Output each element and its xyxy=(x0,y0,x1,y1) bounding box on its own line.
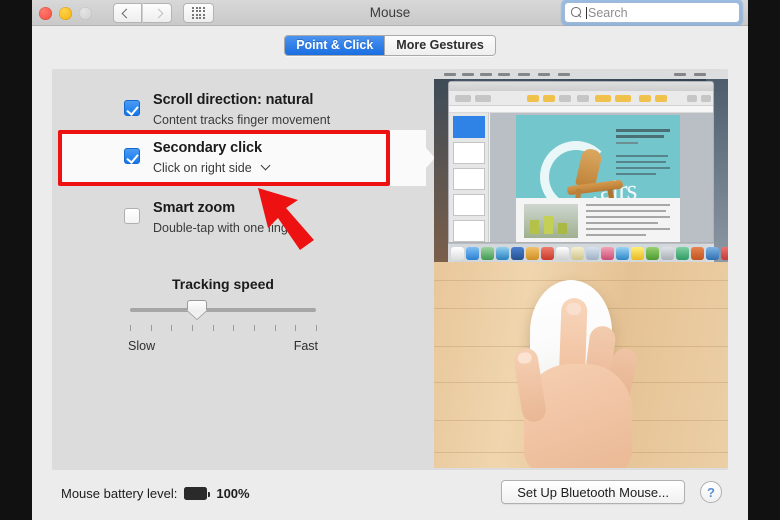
help-button[interactable]: ? xyxy=(700,481,722,503)
preview-dock xyxy=(448,243,728,262)
option-subtitle-text: Click on right side xyxy=(153,161,252,175)
slider-tick xyxy=(316,325,317,331)
tracking-speed-label: Tracking speed xyxy=(172,276,274,292)
battery-status: Mouse battery level: 100% xyxy=(61,486,250,501)
option-title: Secondary click xyxy=(153,140,262,156)
search-icon xyxy=(571,7,582,18)
tab-group: Point & Click More Gestures xyxy=(284,34,496,56)
battery-label: Mouse battery level: xyxy=(61,486,178,501)
gesture-video-preview[interactable]: airs xyxy=(434,70,728,468)
window-footer: Mouse battery level: 100% Set Up Bluetoo… xyxy=(32,470,748,520)
preview-menubar xyxy=(434,70,728,79)
slider-end-labels: Slow Fast xyxy=(128,339,318,353)
search-input[interactable]: Search xyxy=(564,2,740,23)
option-subtitle: Double-tap with one finger xyxy=(153,221,299,235)
checkbox-secondary-click[interactable] xyxy=(124,148,140,164)
options-column: Scroll direction: natural Content tracks… xyxy=(52,68,435,470)
slider-tick xyxy=(130,325,131,331)
battery-full-icon xyxy=(184,487,211,500)
preview-screen-recording: airs xyxy=(434,70,728,262)
preview-document-canvas: airs xyxy=(490,113,713,242)
slider-thumb[interactable] xyxy=(186,300,207,319)
option-title: Scroll direction: natural xyxy=(153,92,314,108)
option-smart-zoom[interactable]: Smart zoom Double-tap with one finger xyxy=(60,190,426,246)
screenshot-frame: Mouse Search Point & Click More Gestures xyxy=(0,0,780,520)
option-secondary-click[interactable]: Secondary click Click on right side xyxy=(60,130,435,186)
set-up-bluetooth-mouse-button[interactable]: Set Up Bluetooth Mouse... xyxy=(501,480,685,504)
tab-more-gestures[interactable]: More Gestures xyxy=(384,35,495,55)
search-container[interactable]: Search xyxy=(561,0,743,26)
slider-tick-marks xyxy=(130,325,317,332)
preview-slide-thumbnails xyxy=(449,113,489,242)
slider-tick xyxy=(295,325,297,331)
slider-max-label: Fast xyxy=(293,339,318,353)
slider-tick xyxy=(254,325,255,331)
battery-percent: 100% xyxy=(216,486,250,501)
slider-track[interactable] xyxy=(130,308,316,312)
hand xyxy=(512,296,648,468)
slider-tick xyxy=(150,325,152,331)
option-title: Smart zoom xyxy=(153,200,235,216)
checkbox-smart-zoom[interactable] xyxy=(124,208,140,224)
preferences-panel: Scroll direction: natural Content tracks… xyxy=(52,68,728,470)
preview-document-page: airs xyxy=(516,115,680,242)
tracking-speed-group: Tracking speed Slow Fast xyxy=(128,276,318,353)
slider-min-label: Slow xyxy=(128,339,156,353)
preview-pages-window: airs xyxy=(448,81,714,243)
preview-hand-on-mouse xyxy=(434,262,728,468)
chevron-down-icon[interactable] xyxy=(260,160,271,171)
text-caret xyxy=(586,6,587,19)
window-titlebar: Mouse Search xyxy=(32,0,748,26)
slider-tick xyxy=(274,325,276,331)
slider-tick xyxy=(192,325,193,331)
search-placeholder: Search xyxy=(588,5,628,20)
checkbox-scroll-direction[interactable] xyxy=(124,100,140,116)
tab-bar: Point & Click More Gestures xyxy=(32,26,748,64)
slider-tick xyxy=(212,325,214,331)
slider-tick xyxy=(171,325,173,331)
slider-tick xyxy=(233,325,235,331)
system-preferences-window: Mouse Search Point & Click More Gestures xyxy=(32,0,748,520)
tab-point-and-click[interactable]: Point & Click xyxy=(285,35,385,55)
tracking-speed-slider[interactable] xyxy=(130,300,316,319)
option-subtitle: Content tracks finger movement xyxy=(153,113,331,127)
option-subtitle[interactable]: Click on right side xyxy=(153,160,271,175)
